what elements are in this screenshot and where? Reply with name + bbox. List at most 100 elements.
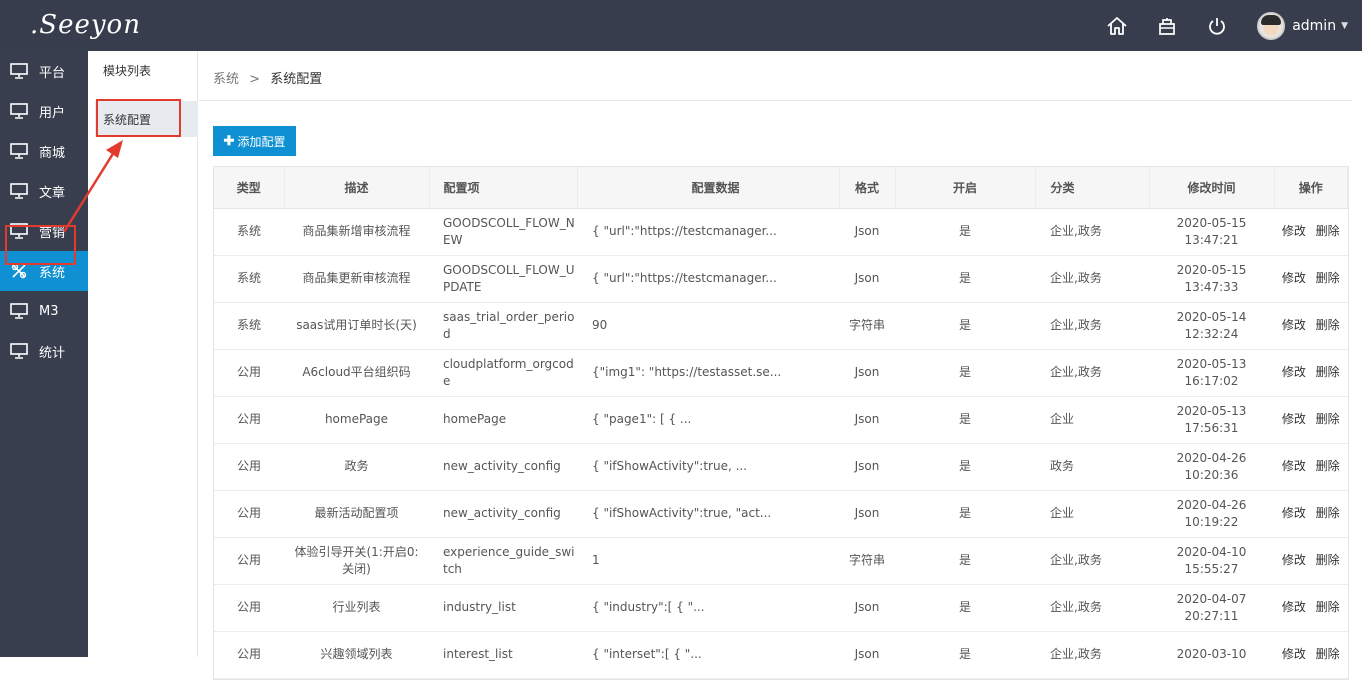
delete-link[interactable]: 删除 — [1316, 506, 1340, 520]
avatar[interactable] — [1257, 11, 1286, 40]
plus-icon: ✚ — [223, 133, 235, 148]
cell-date-value: 2020-05-14 — [1176, 309, 1247, 324]
store-icon[interactable] — [1142, 0, 1192, 51]
cell-time-value: 13:47:33 — [1184, 279, 1239, 294]
cell-desc-value: homePage — [324, 412, 389, 426]
delete-link[interactable]: 删除 — [1316, 600, 1340, 614]
delete-link[interactable]: 删除 — [1316, 553, 1340, 567]
edit-link[interactable]: 修改 — [1282, 365, 1306, 379]
edit-link[interactable]: 修改 — [1282, 271, 1306, 285]
cell-ops: 修改 删除 — [1274, 255, 1348, 303]
cell-key: experience_guide_switch — [429, 537, 577, 585]
cell-time-value: 13:47:21 — [1184, 232, 1239, 247]
col-header-type[interactable]: 类型 — [214, 167, 285, 209]
sidebar-item-label: 统计 — [39, 345, 66, 361]
col-header-open[interactable]: 开启 — [895, 167, 1036, 209]
scrollbar-track[interactable] — [1352, 51, 1362, 657]
edit-link[interactable]: 修改 — [1282, 412, 1306, 426]
cell-ops: 修改 删除 — [1274, 631, 1348, 679]
cell-type-value: 公用 — [236, 459, 261, 473]
cell-type: 公用 — [214, 490, 284, 538]
cell-key: new_activity_config — [429, 490, 577, 538]
sidebar-item-label: 文章 — [39, 185, 66, 201]
delete-link[interactable]: 删除 — [1316, 271, 1340, 285]
sidebar-item-articles[interactable]: 文章 — [0, 171, 88, 211]
col-header-category[interactable]: 分类 — [1035, 167, 1150, 209]
cell-type: 系统 — [214, 302, 284, 350]
delete-link[interactable]: 删除 — [1316, 647, 1340, 661]
edit-link[interactable]: 修改 — [1282, 459, 1306, 473]
user-name[interactable]: admin — [1292, 18, 1336, 34]
cell-time: 2020-05-13 17:56:31 — [1149, 396, 1274, 444]
chevron-down-icon[interactable]: ▼ — [1341, 21, 1348, 31]
add-config-button[interactable]: ✚ 添加配置 — [213, 126, 296, 156]
edit-link[interactable]: 修改 — [1282, 224, 1306, 238]
module-list-title: 模块列表 — [103, 64, 152, 78]
cell-open: 是 — [895, 302, 1035, 350]
col-header-format[interactable]: 格式 — [839, 167, 896, 209]
cell-format: 字符串 — [839, 537, 895, 585]
cell-category: 企业 — [1035, 396, 1149, 444]
cell-time-value: 20:27:11 — [1184, 608, 1239, 623]
sidebar-item-mall[interactable]: 商城 — [0, 131, 88, 171]
col-header-desc[interactable]: 描述 — [284, 167, 430, 209]
delete-link[interactable]: 删除 — [1316, 412, 1340, 426]
cell-category-value: 企业,政务 — [1050, 600, 1102, 614]
cell-date-value: 2020-04-26 — [1176, 497, 1247, 512]
cell-data-value: { "url":"https://testcmanager... — [592, 271, 777, 285]
cell-data-value: 1 — [592, 553, 600, 567]
cell-data: { "ifShowActivity":true, "act... — [577, 490, 839, 538]
edit-link[interactable]: 修改 — [1282, 600, 1306, 614]
cell-type-value: 公用 — [236, 506, 261, 520]
sidebar-item-users[interactable]: 用户 — [0, 91, 88, 131]
delete-link[interactable]: 删除 — [1316, 224, 1340, 238]
cell-type: 系统 — [214, 208, 284, 256]
sidebar-item-stats[interactable]: 统计 — [0, 331, 88, 371]
monitor-icon — [10, 102, 28, 120]
edit-link[interactable]: 修改 — [1282, 647, 1306, 661]
cell-format: Json — [839, 584, 895, 632]
cell-key: GOODSCOLL_FLOW_UPDATE — [429, 255, 577, 303]
cell-time: 2020-03-10 — [1149, 631, 1274, 679]
brand-logo[interactable]: .Seeyon — [30, 10, 141, 40]
cell-format-value: Json — [854, 600, 880, 614]
cell-ops: 修改 删除 — [1274, 537, 1348, 585]
col-header-key[interactable]: 配置项 — [429, 167, 578, 209]
col-header-time[interactable]: 修改时间 — [1149, 167, 1275, 209]
sidebar-item-m3[interactable]: M3 — [0, 291, 88, 331]
edit-link[interactable]: 修改 — [1282, 553, 1306, 567]
sidebar-item-platform[interactable]: 平台 — [0, 51, 88, 91]
cell-format-value: 字符串 — [848, 553, 885, 567]
delete-link[interactable]: 删除 — [1316, 459, 1340, 473]
cell-category: 企业,政务 — [1035, 631, 1149, 679]
cell-desc: saas试用订单时长(天) — [284, 302, 429, 350]
cell-open-value: 是 — [958, 553, 971, 567]
cell-category: 企业 — [1035, 490, 1149, 538]
power-icon[interactable] — [1192, 0, 1242, 51]
breadcrumb-root[interactable]: 系统 — [213, 72, 239, 87]
edit-link[interactable]: 修改 — [1282, 506, 1306, 520]
cell-data-value: { "interset":[ { "... — [592, 647, 702, 661]
top-actions: admin ▼ — [1092, 0, 1362, 51]
delete-link[interactable]: 删除 — [1316, 318, 1340, 332]
cell-time-value: 12:32:24 — [1184, 326, 1239, 341]
cell-time-value: 15:55:27 — [1184, 561, 1239, 576]
col-header-data[interactable]: 配置数据 — [577, 167, 840, 209]
cell-key-value: new_activity_config — [443, 506, 561, 520]
cell-desc: 体验引导开关(1:开启0:关闭) — [284, 537, 429, 585]
cell-open-value: 是 — [958, 600, 971, 614]
cell-key-value: industry_list — [443, 600, 516, 614]
cell-time: 2020-05-15 13:47:33 — [1149, 255, 1274, 303]
home-icon[interactable] — [1092, 0, 1142, 51]
table-row: 公用 行业列表 industry_list { "industry":[ { "… — [214, 584, 1348, 632]
cell-key: cloudplatform_orgcode — [429, 349, 577, 397]
cell-key-value: experience_guide_switch — [443, 544, 575, 576]
cell-desc-value: 兴趣领域列表 — [320, 647, 393, 661]
edit-link[interactable]: 修改 — [1282, 318, 1306, 332]
add-config-label: 添加配置 — [237, 134, 286, 149]
delete-link[interactable]: 删除 — [1316, 365, 1340, 379]
monitor-icon — [10, 182, 28, 200]
cell-category: 政务 — [1035, 443, 1149, 491]
cell-key: new_activity_config — [429, 443, 577, 491]
cell-date-value: 2020-04-26 — [1176, 450, 1247, 465]
